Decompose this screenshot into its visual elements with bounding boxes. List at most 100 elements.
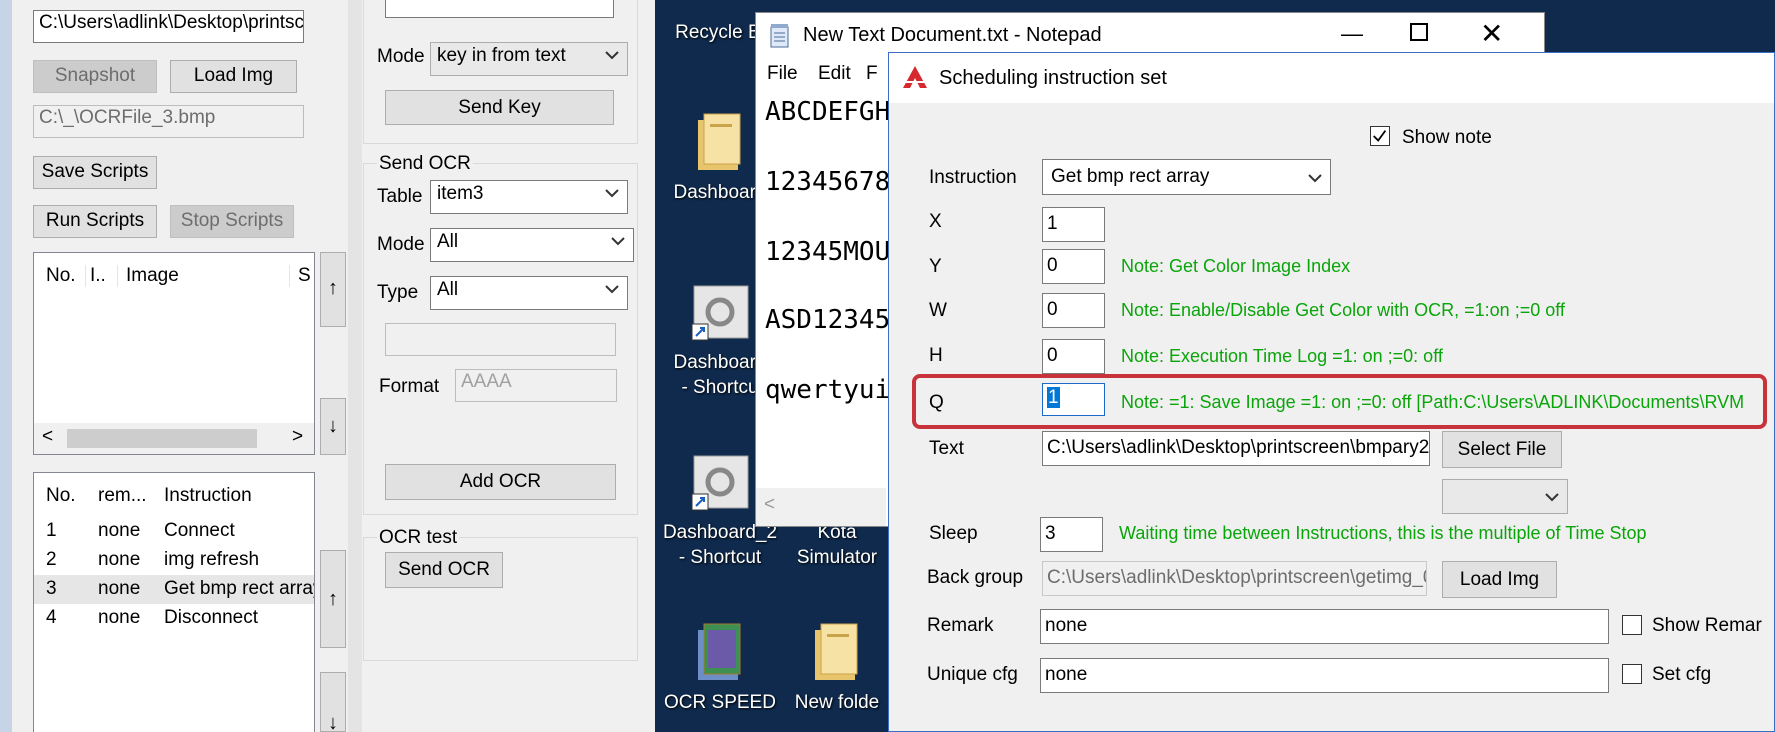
mode-dropdown[interactable]: key in from text xyxy=(430,42,628,76)
h-input[interactable]: 0 xyxy=(1042,339,1105,374)
menu-edit[interactable]: Edit xyxy=(818,63,851,85)
h-note: Note: Execution Time Log =1: on ;=0: off xyxy=(1121,346,1443,366)
text-path-input[interactable]: C:\Users\adlink\Desktop\printscreen\bmpa… xyxy=(1042,431,1430,466)
x-input[interactable]: 1 xyxy=(1042,207,1105,242)
folder-icon xyxy=(698,623,741,680)
row-remark: none xyxy=(98,520,141,541)
dialog-title: Scheduling instruction set xyxy=(939,67,1167,89)
col-header-no[interactable]: No. xyxy=(46,485,76,507)
snapshot-button[interactable]: Snapshot xyxy=(33,60,157,93)
image-move-up-button[interactable]: ↑ xyxy=(320,252,346,327)
col-header-remark[interactable]: rem... xyxy=(98,485,147,507)
instruction-label: Instruction xyxy=(929,167,1017,188)
list-item[interactable]: 4 none Disconnect xyxy=(34,604,314,633)
scroll-left-arrow[interactable]: < xyxy=(764,494,775,516)
text-line: ABCDEFGH xyxy=(765,97,891,127)
panel-divider xyxy=(348,0,362,732)
x-label: X xyxy=(929,211,942,232)
desktop-icon-new-folder[interactable]: New folde xyxy=(777,620,897,715)
back-group-label: Back group xyxy=(927,567,1024,588)
load-img-button[interactable]: Load Img xyxy=(170,60,297,93)
instruction-dropdown[interactable]: Get bmp rect array xyxy=(1042,159,1331,195)
instruction-move-up-button[interactable]: ↑ xyxy=(320,550,346,648)
minimize-icon[interactable]: — xyxy=(1341,21,1363,47)
file-display: C:\_\OCRFile_3.bmp xyxy=(33,105,304,138)
w-label: W xyxy=(929,300,947,321)
app-shortcut-icon xyxy=(691,285,749,341)
desktop-icon-kota-simulator[interactable]: Kota Simulator xyxy=(777,520,897,570)
row-remark: none xyxy=(98,607,141,628)
chevron-down-icon xyxy=(611,237,625,246)
path-input[interactable]: C:\Users\adlink\Desktop\printsc xyxy=(33,10,304,43)
instruction-move-down-button[interactable]: ↓ xyxy=(320,672,346,732)
show-note-checkbox[interactable] xyxy=(1370,126,1390,146)
text-line: qwertyui xyxy=(765,375,891,405)
chevron-down-icon xyxy=(605,51,619,60)
col-header-instruction[interactable]: Instruction xyxy=(164,485,252,507)
row-no: 3 xyxy=(46,578,57,599)
instruction-list[interactable]: No. rem... Instruction 1 none Connect 2 … xyxy=(33,472,315,732)
mode-label: Mode xyxy=(377,46,425,67)
extra-dropdown[interactable] xyxy=(1442,479,1568,514)
text-label: Text xyxy=(929,438,964,459)
send-key-button[interactable]: Send Key xyxy=(385,90,614,125)
row-instruction: Connect xyxy=(164,520,235,541)
scroll-right-arrow[interactable]: > xyxy=(292,426,303,448)
format-input[interactable]: AAAA xyxy=(455,369,617,402)
set-cfg-label: Set cfg xyxy=(1652,664,1712,685)
notepad-title: New Text Document.txt - Notepad xyxy=(803,24,1102,46)
image-move-down-button[interactable]: ↓ xyxy=(320,398,346,455)
sleep-input[interactable]: 3 xyxy=(1040,517,1103,552)
col-header-image[interactable]: Image xyxy=(117,265,179,287)
chevron-down-icon xyxy=(1308,174,1322,183)
unique-cfg-label: Unique cfg xyxy=(927,664,1018,685)
col-header-no[interactable]: No. xyxy=(46,265,76,287)
desktop-icon-ocr-speed[interactable]: OCR SPEED xyxy=(660,620,780,715)
scrollbar-thumb[interactable] xyxy=(67,429,257,448)
stop-scripts-button[interactable]: Stop Scripts xyxy=(170,205,294,238)
icon-label-line2: Simulator xyxy=(796,547,878,568)
table-dropdown[interactable]: item3 xyxy=(430,180,628,214)
col-header-i[interactable]: I.. xyxy=(85,265,106,287)
list-item[interactable]: 2 none img refresh xyxy=(34,546,314,575)
show-remark-checkbox[interactable] xyxy=(1622,615,1642,635)
row-instruction: Get bmp rect array xyxy=(164,578,315,599)
horizontal-scrollbar[interactable]: < > xyxy=(34,423,314,454)
mode2-label: Mode xyxy=(377,234,425,255)
menu-format[interactable]: F xyxy=(866,63,878,85)
set-cfg-checkbox[interactable] xyxy=(1622,664,1642,684)
list-item-selected[interactable]: 3 none Get bmp rect array xyxy=(34,575,314,604)
dialog-titlebar[interactable]: Scheduling instruction set xyxy=(889,53,1774,103)
run-scripts-button[interactable]: Run Scripts xyxy=(33,205,157,238)
key-text-input[interactable] xyxy=(385,0,614,18)
horizontal-scrollbar[interactable]: < xyxy=(756,488,886,526)
back-group-input: C:\Users\adlink\Desktop\printscreen\geti… xyxy=(1042,561,1427,596)
send-ocr-button[interactable]: Send OCR xyxy=(385,552,503,588)
row-instruction: img refresh xyxy=(164,549,260,570)
close-icon[interactable]: ✕ xyxy=(1480,17,1503,50)
back-load-img-button[interactable]: Load Img xyxy=(1442,561,1557,598)
remark-input[interactable]: none xyxy=(1040,609,1609,644)
unique-cfg-input[interactable]: none xyxy=(1040,658,1609,693)
maximize-icon[interactable] xyxy=(1410,23,1428,41)
select-file-button[interactable]: Select File xyxy=(1442,431,1562,468)
w-note: Note: Enable/Disable Get Color with OCR,… xyxy=(1121,300,1565,320)
list-item[interactable]: 1 none Connect xyxy=(34,517,314,546)
w-input[interactable]: 0 xyxy=(1042,293,1105,328)
image-list[interactable]: No. I.. Image S < > xyxy=(33,252,315,455)
scroll-left-arrow[interactable]: < xyxy=(42,426,53,448)
checkmark-icon xyxy=(1373,130,1387,142)
mode2-dropdown[interactable]: All xyxy=(430,228,634,262)
type-dropdown[interactable]: All xyxy=(430,276,628,310)
col-header-s[interactable]: S xyxy=(289,265,311,287)
save-scripts-button[interactable]: Save Scripts xyxy=(33,156,157,189)
add-ocr-button[interactable]: Add OCR xyxy=(385,464,616,500)
y-label: Y xyxy=(929,256,942,277)
type-dropdown-value: All xyxy=(437,279,459,300)
menu-file[interactable]: File xyxy=(767,63,798,85)
show-note-label: Show note xyxy=(1402,127,1492,148)
text-line: 12345678 xyxy=(765,167,891,197)
y-input[interactable]: 0 xyxy=(1042,249,1105,284)
row-remark: none xyxy=(98,549,141,570)
notepad-icon xyxy=(770,24,789,48)
